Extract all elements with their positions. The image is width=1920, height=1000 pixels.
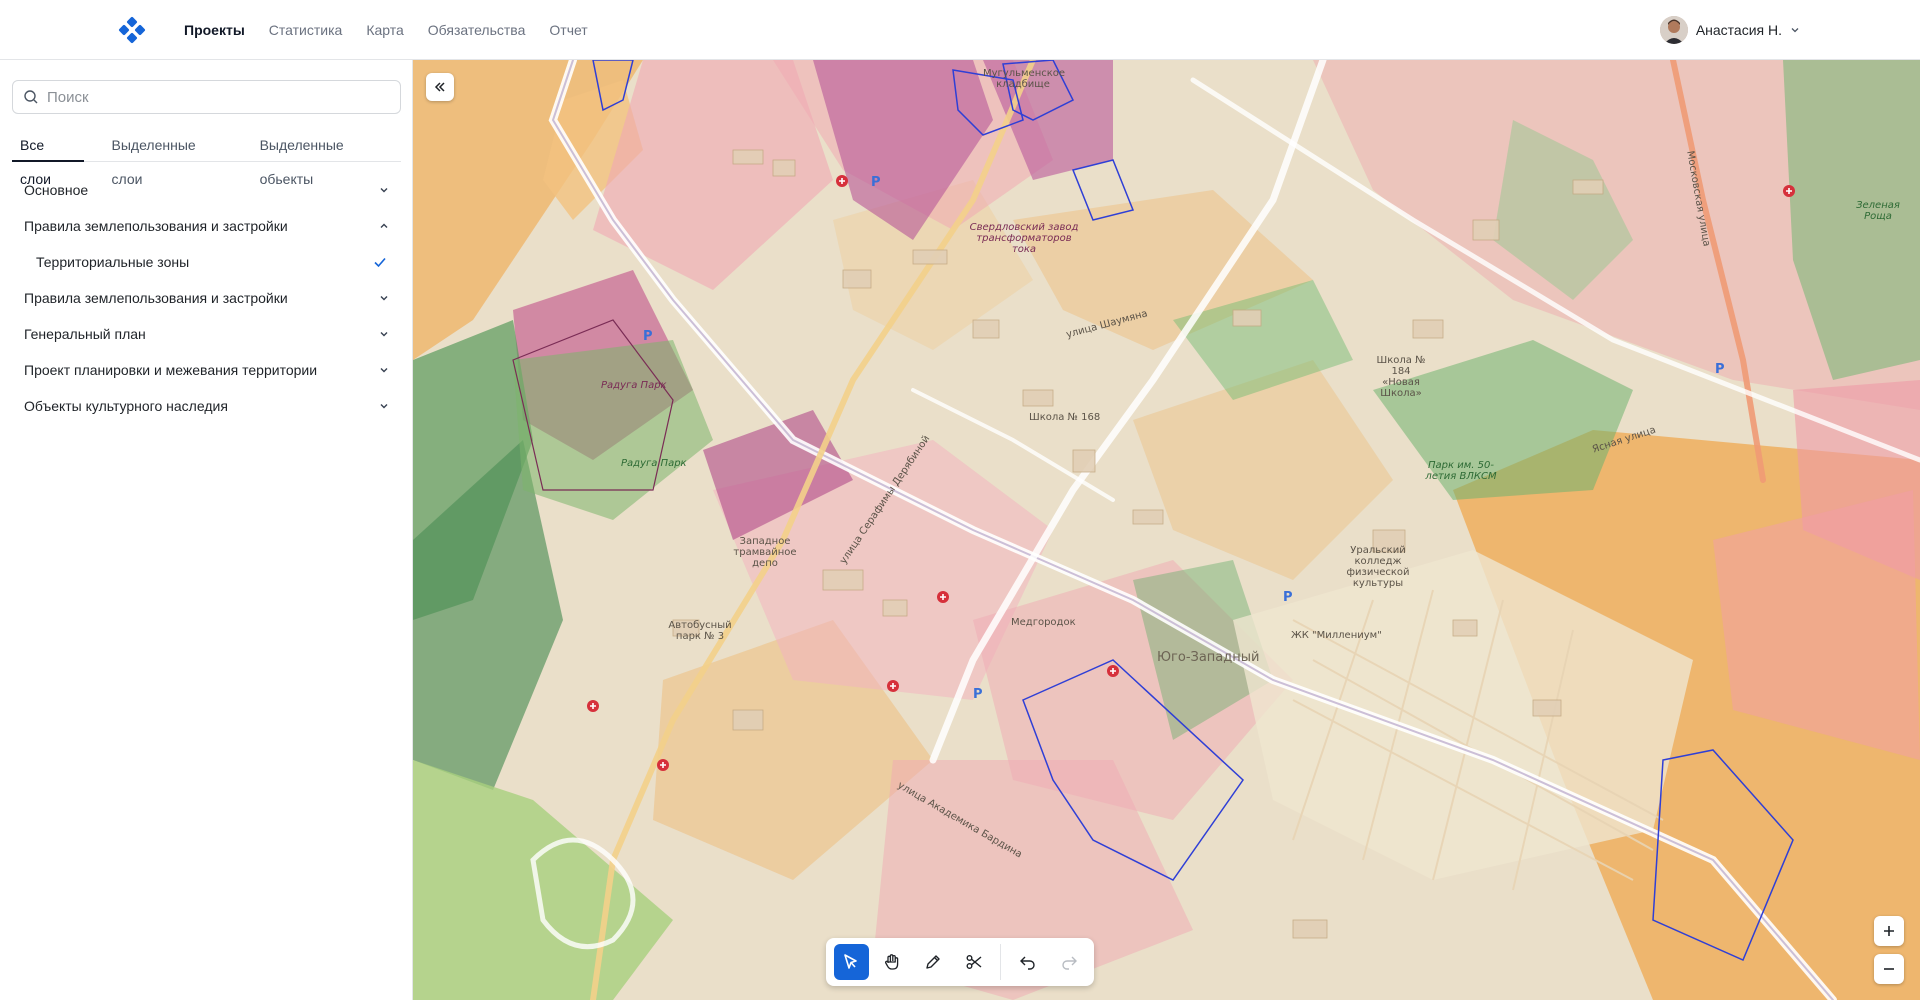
- undo-button[interactable]: [1010, 944, 1045, 980]
- minus-icon: [1884, 968, 1894, 970]
- svg-text:P: P: [1715, 362, 1725, 377]
- tab-all-layers[interactable]: Все слои: [12, 128, 84, 187]
- toolbar-divider: [1000, 944, 1002, 980]
- svg-text:P: P: [1283, 590, 1293, 605]
- chevron-down-icon: [1791, 28, 1799, 33]
- zoom-in-button[interactable]: [1874, 916, 1904, 946]
- map-label: Свердловский завод трансформаторов тока: [969, 222, 1079, 255]
- svg-text:P: P: [871, 175, 881, 190]
- hand-icon: [885, 954, 899, 970]
- layer-group-land-use-rules-2[interactable]: Правила землепользования и застройки: [0, 280, 413, 316]
- layer-group-land-use-rules[interactable]: Правила землепользования и застройки: [0, 208, 413, 244]
- map-canvas[interactable]: P P P P P Радуга Парк Радуга Парк Западн…: [413, 60, 1920, 1000]
- map-label: Школа № 168: [1029, 412, 1101, 423]
- chevron-down-icon: [380, 296, 388, 301]
- layer-item-territorial-zones[interactable]: Территориальные зоны: [0, 244, 413, 280]
- map-label: Радуга Парк: [601, 380, 667, 391]
- map-toolbar: [826, 938, 1094, 986]
- plus-icon: [1884, 926, 1894, 936]
- chevron-down-icon: [380, 332, 388, 337]
- chevron-down-icon: [380, 188, 388, 193]
- nav-projects[interactable]: Проекты: [184, 22, 245, 38]
- map-label: Школа № 184 «Новая Школа»: [1376, 355, 1426, 399]
- map-label: Мугульменское кладбище: [983, 68, 1066, 90]
- layer-group-main[interactable]: Основное: [0, 172, 413, 208]
- nav-report[interactable]: Отчет: [549, 22, 587, 38]
- svg-text:P: P: [643, 329, 653, 344]
- undo-icon: [1019, 956, 1035, 970]
- scissors-icon: [966, 955, 982, 969]
- layer-tabs: Все слои Выделенные слои Выделенные обье…: [12, 128, 401, 187]
- layers-sidebar: Все слои Выделенные слои Выделенные обье…: [0, 60, 413, 1000]
- map-label: ЖК "Миллениум": [1291, 630, 1382, 641]
- pan-tool-button[interactable]: [875, 944, 910, 980]
- app-logo-icon[interactable]: [118, 16, 146, 44]
- map-label: Радуга Парк: [621, 458, 687, 469]
- nav-statistics[interactable]: Статистика: [269, 22, 343, 38]
- user-name: Анастасия Н.: [1695, 22, 1782, 38]
- nav-map[interactable]: Карта: [366, 22, 403, 38]
- layer-label: Объекты культурного наследия: [24, 398, 228, 414]
- map-label: Юго-Западный: [1157, 650, 1260, 665]
- map-label: Медгородок: [1011, 617, 1076, 628]
- layer-group-general-plan[interactable]: Генеральный план: [0, 316, 413, 352]
- cut-tool-button[interactable]: [957, 944, 992, 980]
- search-input[interactable]: [47, 88, 387, 106]
- layer-group-planning-project[interactable]: Проект планировки и межевания территории: [0, 352, 413, 388]
- layer-group-cultural-heritage[interactable]: Объекты культурного наследия: [0, 388, 413, 424]
- layer-label: Проект планировки и межевания территории: [24, 362, 318, 378]
- top-header: Проекты Статистика Карта Обязательства О…: [0, 0, 1920, 60]
- avatar: [1659, 16, 1688, 44]
- collapse-sidebar-button[interactable]: [426, 73, 454, 101]
- select-tool-button[interactable]: [834, 944, 869, 980]
- chevrons-left-icon: [434, 82, 445, 92]
- tab-selected-layers[interactable]: Выделенные слои: [104, 128, 232, 187]
- layer-label: Основное: [24, 182, 89, 198]
- user-menu[interactable]: Анастасия Н.: [1659, 15, 1800, 45]
- draw-tool-button[interactable]: [916, 944, 951, 980]
- svg-text:P: P: [973, 687, 983, 702]
- nav-obligations[interactable]: Обязательства: [428, 22, 526, 38]
- search-box[interactable]: [12, 80, 401, 114]
- map-label: Уральский колледж физической культуры: [1346, 545, 1410, 589]
- zoom-out-button[interactable]: [1874, 954, 1904, 984]
- chevron-down-icon: [380, 404, 388, 409]
- main-nav: Проекты Статистика Карта Обязательства О…: [184, 0, 588, 60]
- chevron-down-icon: [380, 368, 388, 373]
- layer-label: Территориальные зоны: [36, 254, 190, 270]
- cursor-arrow-icon: [844, 954, 858, 969]
- redo-icon: [1061, 956, 1077, 970]
- search-icon: [24, 90, 38, 104]
- tab-selected-objects[interactable]: Выделенные обьекты: [252, 128, 401, 187]
- map-label: Западное трамвайное депо: [733, 536, 797, 569]
- checkmark-icon: [374, 257, 386, 268]
- redo-button[interactable]: [1051, 944, 1086, 980]
- layer-label: Правила землепользования и застройки: [24, 218, 288, 234]
- layer-label: Правила землепользования и застройки: [24, 290, 288, 306]
- map-label: Автобусный парк № 3: [668, 620, 732, 642]
- map-label: Зеленая Роща: [1856, 200, 1900, 222]
- chevron-up-icon: [380, 223, 388, 228]
- map-label: Парк им. 50-летия ВЛКСМ: [1425, 460, 1497, 482]
- layer-label: Генеральный план: [24, 326, 146, 342]
- layer-list: Основное Правила землепользования и заст…: [0, 172, 413, 424]
- pencil-icon: [926, 955, 940, 969]
